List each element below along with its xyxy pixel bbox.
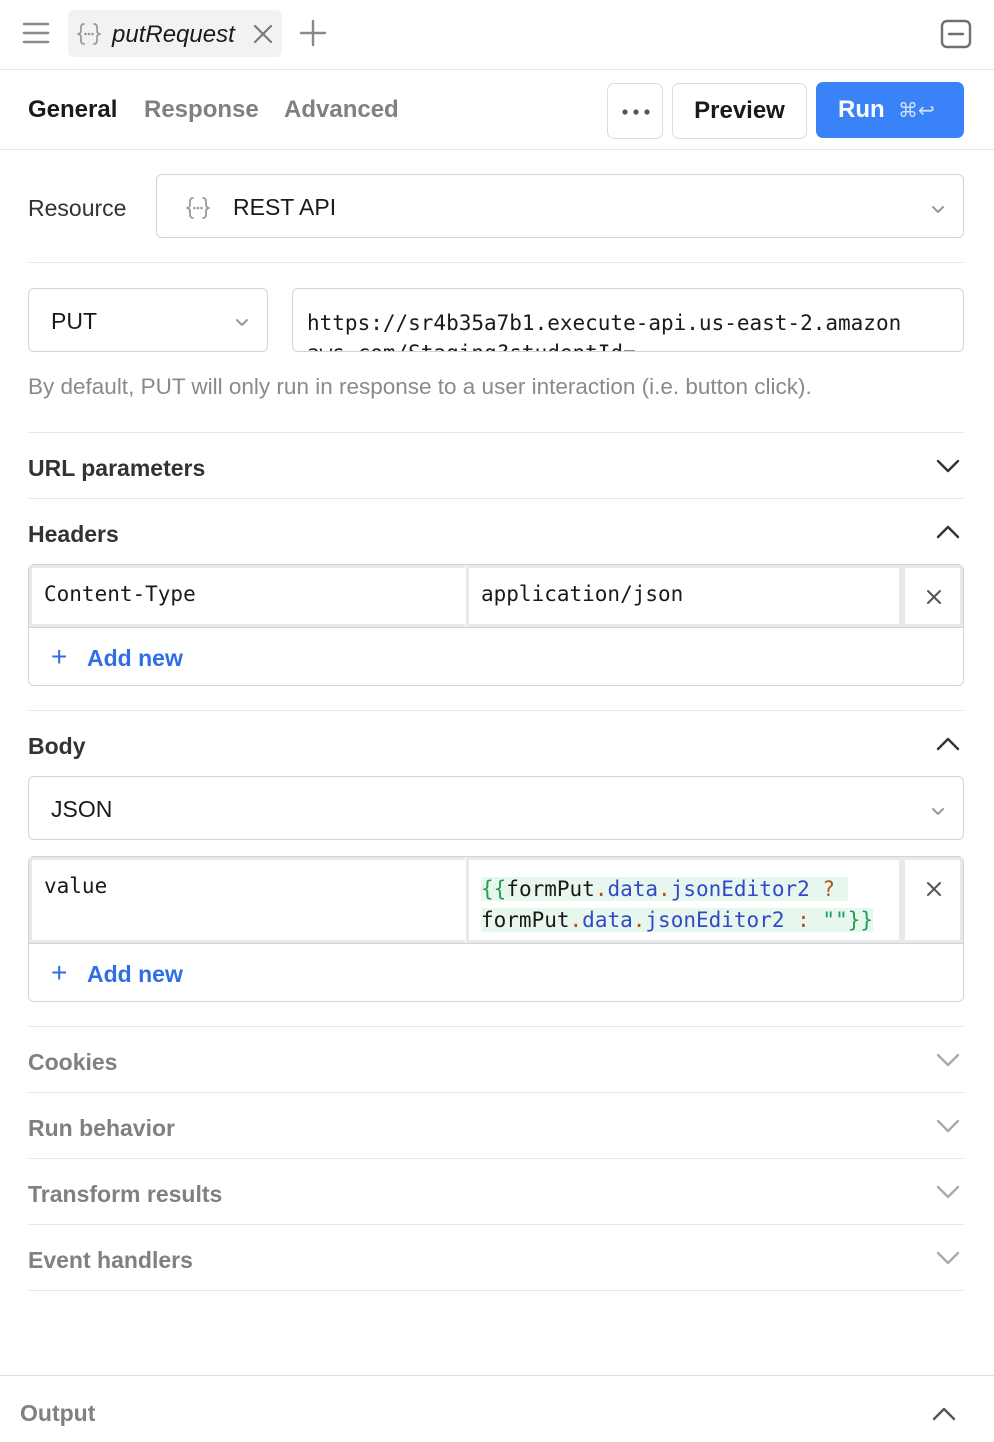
chevron-up-icon[interactable] <box>931 1406 957 1422</box>
chevron-down-icon <box>236 319 248 326</box>
run-label: Run <box>838 96 885 123</box>
chevron-down-icon[interactable] <box>935 1118 961 1134</box>
tab-response[interactable]: Response <box>144 96 259 124</box>
headers-title[interactable]: Headers <box>28 521 119 548</box>
body-value-editor[interactable]: {{formPut.data.jsonEditor2 ? formPut.dat… <box>466 857 902 943</box>
resource-select[interactable]: REST API <box>156 174 964 238</box>
add-body-row-button[interactable]: + Add new <box>51 957 183 989</box>
url-value: https://sr4b35a7b1.execute-api.us-east-2… <box>307 311 902 351</box>
query-tab[interactable]: putRequest <box>68 10 282 57</box>
tab-general[interactable]: General <box>28 96 117 124</box>
body-type-select[interactable]: JSON <box>28 776 964 840</box>
run-button[interactable]: Run ⌘↩ <box>816 82 964 138</box>
run-shortcut: ⌘↩ <box>898 100 935 122</box>
close-icon <box>927 590 941 604</box>
close-icon <box>927 882 941 896</box>
divider <box>28 432 964 433</box>
chevron-up-icon[interactable] <box>935 524 961 540</box>
method-select[interactable]: PUT <box>28 288 268 352</box>
divider <box>28 710 964 711</box>
chevron-down-icon[interactable] <box>935 1184 961 1200</box>
editor-toolbar: General Response Advanced Preview Run ⌘↩ <box>0 70 994 150</box>
ellipsis-icon <box>622 109 650 115</box>
code-token: {{ <box>481 877 507 901</box>
code-token: . <box>658 877 671 901</box>
code-token: jsonEditor2 <box>645 908 785 932</box>
code-token: . <box>569 908 583 932</box>
body-title[interactable]: Body <box>28 733 86 760</box>
divider <box>28 1092 964 1093</box>
resource-label: Resource <box>28 195 127 221</box>
header-key-input[interactable]: Content-Type <box>29 565 465 627</box>
event-handlers-title[interactable]: Event handlers <box>28 1247 193 1274</box>
code-token: . <box>594 877 608 901</box>
rest-api-icon <box>76 21 102 47</box>
delete-header-button[interactable] <box>902 565 963 627</box>
transform-results-title[interactable]: Transform results <box>28 1181 222 1208</box>
tab-advanced[interactable]: Advanced <box>284 96 399 124</box>
body-key-input[interactable]: value <box>29 857 465 943</box>
code-token: formPut <box>481 908 570 932</box>
chevron-down-icon[interactable] <box>935 1250 961 1266</box>
code-token: : <box>784 908 823 932</box>
url-input[interactable]: https://sr4b35a7b1.execute-api.us-east-2… <box>292 288 964 352</box>
url-parameters-title[interactable]: URL parameters <box>28 455 205 482</box>
body-value-code: {{formPut.data.jsonEditor2 ? formPut.dat… <box>481 874 874 936</box>
preview-button[interactable]: Preview <box>672 83 807 139</box>
code-token: jsonEditor2 <box>670 877 810 901</box>
header-value-input[interactable]: application/json <box>466 565 902 627</box>
divider <box>28 1158 964 1159</box>
divider <box>28 1224 964 1225</box>
code-token: ? <box>809 877 836 901</box>
code-token: "" <box>822 908 848 932</box>
code-token: data <box>582 908 633 932</box>
divider <box>28 1290 964 1291</box>
table-row: Content-Type application/json <box>29 565 963 628</box>
run-behavior-title[interactable]: Run behavior <box>28 1115 175 1142</box>
hamburger-menu-icon[interactable] <box>22 20 50 46</box>
header-key: Content-Type <box>44 582 196 606</box>
header-value: application/json <box>481 582 684 606</box>
top-bar: putRequest <box>0 0 994 70</box>
chevron-down-icon <box>932 808 944 815</box>
resource-value: REST API <box>233 194 337 220</box>
close-tab-icon[interactable] <box>251 22 275 46</box>
chevron-down-icon[interactable] <box>935 1052 961 1068</box>
chevron-down-icon[interactable] <box>935 458 961 474</box>
method-help-text: By default, PUT will only run in respons… <box>28 374 812 399</box>
output-panel-header[interactable]: Output <box>0 1375 994 1442</box>
tab-label: putRequest <box>112 21 235 48</box>
headers-table: Content-Type application/json + Add new <box>28 564 964 686</box>
divider <box>28 262 964 263</box>
code-token: formPut <box>506 877 595 901</box>
add-header-button[interactable]: + Add new <box>51 641 183 673</box>
chevron-up-icon[interactable] <box>935 736 961 752</box>
body-type-value: JSON <box>51 796 113 822</box>
code-token: }} <box>847 908 874 932</box>
add-new-label: Add new <box>87 645 183 671</box>
add-tab-icon[interactable] <box>298 18 328 48</box>
collapse-panel-icon[interactable] <box>940 19 972 49</box>
plus-icon: + <box>51 957 68 988</box>
plus-icon: + <box>51 641 68 672</box>
code-token: data <box>607 877 659 901</box>
body-key: value <box>44 874 108 898</box>
rest-api-icon <box>185 195 211 221</box>
code-token: . <box>632 908 646 932</box>
body-table: value {{formPut.data.jsonEditor2 ? formP… <box>28 856 964 1002</box>
delete-body-row-button[interactable] <box>902 857 963 943</box>
cookies-title[interactable]: Cookies <box>28 1049 117 1076</box>
output-title: Output <box>20 1400 96 1426</box>
method-value: PUT <box>51 308 97 334</box>
table-row: value {{formPut.data.jsonEditor2 ? formP… <box>29 857 963 944</box>
divider <box>28 1026 964 1027</box>
add-new-label: Add new <box>87 961 183 987</box>
divider <box>28 498 964 499</box>
more-options-button[interactable] <box>607 83 663 139</box>
chevron-down-icon <box>932 206 944 213</box>
